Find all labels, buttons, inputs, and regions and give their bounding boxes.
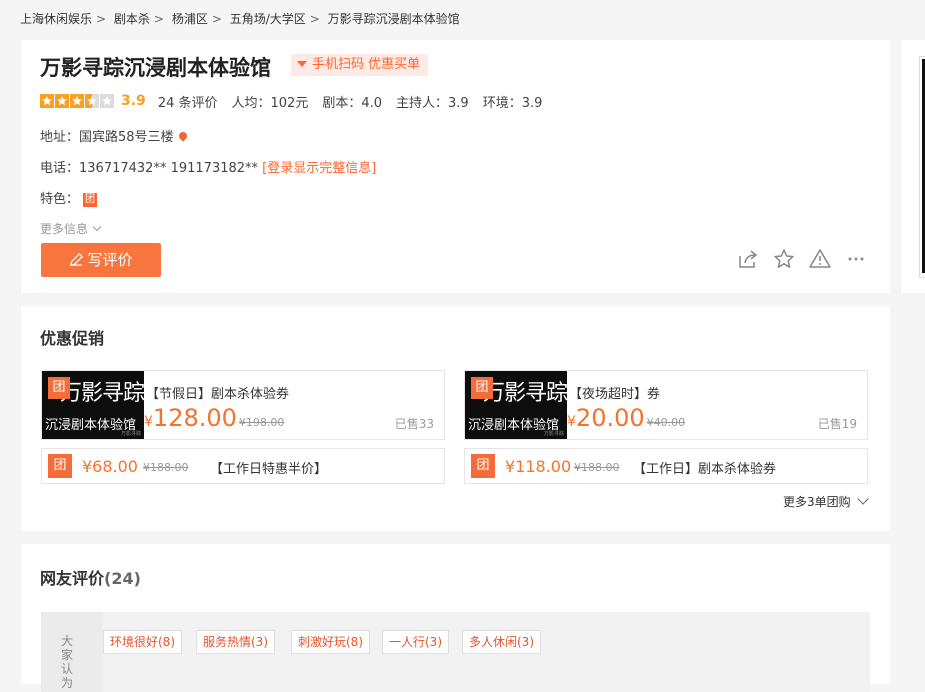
review-tag[interactable]: 刺激好玩(8) xyxy=(291,630,370,654)
share-icon[interactable] xyxy=(737,248,759,270)
shop-info-card: 万影寻踪沉浸剧本体验馆 手机扫码 优惠买单 3.9 24 条评价 人均：102元… xyxy=(21,40,890,293)
phone-value: 136717432** 191173182** xyxy=(79,161,259,176)
group-buy-badge: 团 xyxy=(471,454,495,478)
phone-row: 电话：136717432** 191173182** [登录显示完整信息] xyxy=(40,157,376,176)
login-show-info-link[interactable]: [登录显示完整信息] xyxy=(262,161,376,176)
deal-currency: ¥ xyxy=(567,414,576,430)
shop-actions xyxy=(737,248,881,270)
reviews-title-text: 网友评价 xyxy=(40,569,105,588)
chevron-down-icon xyxy=(92,222,102,232)
deal-price: ¥68.00 xyxy=(82,457,138,476)
deal-card[interactable]: 万影寻踪 沉浸剧本体验馆 万影寻踪 团 【夜场超时】券 ¥20.00 ¥40.00… xyxy=(464,370,868,440)
address-label: 地址： xyxy=(40,130,80,145)
review-tag-panel: 大家认为 环境很好(8) 服务热情(3) 刺激好玩(8) 一人行(3) 多人休闲… xyxy=(41,612,870,692)
review-tag[interactable]: 服务热情(3) xyxy=(196,630,275,654)
deal-original-price: ¥198.00 xyxy=(238,416,285,429)
group-buy-badge: 团 xyxy=(48,454,72,478)
group-buy-badge: 团 xyxy=(471,377,493,399)
deal-image: 万影寻踪 沉浸剧本体验馆 万影寻踪 团 xyxy=(42,371,144,439)
deal-price: ¥20.00 ¥40.00 xyxy=(567,404,685,432)
review-tag-list: 环境很好(8) 服务热情(3) 刺激好玩(8) 一人行(3) 多人休闲(3) xyxy=(103,612,870,692)
report-warning-icon[interactable] xyxy=(809,248,831,270)
star-outline-icon[interactable] xyxy=(773,248,795,270)
deal-sold-count: 已售33 xyxy=(394,417,434,431)
deal-card[interactable]: 万影寻踪 沉浸剧本体验馆 万影寻踪 团 【节假日】剧本杀体验券 ¥128.00 ¥… xyxy=(41,370,445,440)
side-image-frame xyxy=(919,56,925,278)
scan-pay-label: 手机扫码 优惠买单 xyxy=(312,57,421,72)
map-pin-icon[interactable] xyxy=(176,130,189,142)
address-value: 国宾路58号三楼 xyxy=(79,130,174,145)
deal-original-price: ¥188.00 xyxy=(574,461,620,474)
breadcrumb-current: 万影寻踪沉浸剧本体验馆 xyxy=(327,12,460,26)
avg-price: 人均：102元 xyxy=(231,95,309,111)
breadcrumb: 上海休闲娱乐 > 剧本杀 > 杨浦区 > 五角场/大学区 > 万影寻踪沉浸剧本体验馆 xyxy=(20,12,460,26)
deal-currency: ¥ xyxy=(144,414,153,430)
deal-image-tiny-text: 万影寻踪 xyxy=(120,431,141,437)
more-dots-icon[interactable] xyxy=(845,248,867,270)
review-tag[interactable]: 多人休闲(3) xyxy=(462,630,541,654)
deal-image-logo-text: 万影寻踪 xyxy=(60,381,144,406)
deal-image: 万影寻踪 沉浸剧本体验馆 万影寻踪 团 xyxy=(465,371,567,439)
deal-price-value: 20.00 xyxy=(575,404,645,432)
star-rating xyxy=(40,94,115,108)
deal-price: ¥118.00 xyxy=(505,457,572,476)
shop-name: 万影寻踪沉浸剧本体验馆 xyxy=(40,56,271,80)
review-count[interactable]: 24 条评价 xyxy=(158,92,218,111)
rating-score: 3.9 xyxy=(121,93,146,109)
more-info-toggle[interactable]: 更多信息 xyxy=(40,220,102,237)
reviews-title: 网友评价(24) xyxy=(40,565,141,589)
chevron-down-icon xyxy=(856,493,869,505)
deal-title: 【节假日】剧本杀体验券 xyxy=(146,387,290,402)
deal-row[interactable]: 团 ¥118.00 ¥188.00 【工作日】剧本杀体验券 xyxy=(464,448,868,484)
star-icon xyxy=(85,94,99,108)
deal-original-price: ¥40.00 xyxy=(646,416,686,429)
more-info-label: 更多信息 xyxy=(40,222,89,236)
breadcrumb-item[interactable]: 上海休闲娱乐 xyxy=(20,12,92,26)
env-score: 环境：3.9 xyxy=(482,95,543,111)
deal-title: 【夜场超时】券 xyxy=(569,387,661,402)
group-buy-badge: 团 xyxy=(48,377,70,399)
breadcrumb-item[interactable]: 剧本杀 xyxy=(114,12,150,26)
star-icon xyxy=(40,94,54,108)
deal-title: 【工作日特惠半价】 xyxy=(210,462,328,477)
deal-price: ¥128.00 ¥198.00 xyxy=(144,404,284,432)
deal-original-price: ¥188.00 xyxy=(143,461,189,474)
feature-label: 特色： xyxy=(40,192,80,207)
deal-row[interactable]: 团 ¥68.00 ¥188.00 【工作日特惠半价】 xyxy=(41,448,445,484)
rating-row: 3.9 24 条评价 人均：102元 剧本：4.0 主持人：3.9 环境：3.9 xyxy=(40,92,556,111)
more-deals-label: 更多3单团购 xyxy=(783,495,851,509)
review-tag[interactable]: 一人行(3) xyxy=(382,630,449,654)
reviews-count: (24) xyxy=(104,569,141,588)
deal-sold-count: 已售19 xyxy=(817,417,857,431)
breadcrumb-item[interactable]: 五角场/大学区 xyxy=(230,12,306,26)
write-review-button[interactable]: 写评价 xyxy=(41,243,161,277)
star-icon xyxy=(100,94,114,108)
deal-price-value: 128.00 xyxy=(152,404,237,432)
address-row: 地址：国宾路58号三楼 xyxy=(40,126,189,145)
star-icon xyxy=(55,94,69,108)
deal-title: 【工作日】剧本杀体验券 xyxy=(633,462,777,477)
caret-down-icon xyxy=(297,60,307,67)
review-tag-label: 大家认为 xyxy=(61,634,74,690)
promotions-title: 优惠促销 xyxy=(40,329,105,348)
review-tag[interactable]: 环境很好(8) xyxy=(103,630,182,654)
pencil-icon xyxy=(70,253,84,266)
host-score: 主持人：3.9 xyxy=(396,95,469,111)
reviews-card: 网友评价(24) 大家认为 环境很好(8) 服务热情(3) 刺激好玩(8) 一人… xyxy=(21,544,890,692)
more-deals-toggle[interactable]: 更多3单团购 xyxy=(783,493,869,510)
breadcrumb-item[interactable]: 杨浦区 xyxy=(172,12,208,26)
write-review-label: 写评价 xyxy=(87,251,133,269)
deal-image-logo-text: 万影寻踪 xyxy=(483,381,567,406)
feature-row: 特色：团 xyxy=(40,188,98,207)
phone-label: 电话： xyxy=(40,161,80,176)
scan-pay-tag[interactable]: 手机扫码 优惠买单 xyxy=(291,54,429,76)
side-panel xyxy=(901,40,925,293)
star-icon xyxy=(70,94,84,108)
script-score: 剧本：4.0 xyxy=(322,95,383,111)
deal-image-tiny-text: 万影寻踪 xyxy=(543,431,564,437)
group-buy-badge: 团 xyxy=(83,192,98,207)
promotions-card: 优惠促销 万影寻踪 沉浸剧本体验馆 万影寻踪 团 【节假日】剧本杀体验券 ¥12… xyxy=(21,306,890,531)
